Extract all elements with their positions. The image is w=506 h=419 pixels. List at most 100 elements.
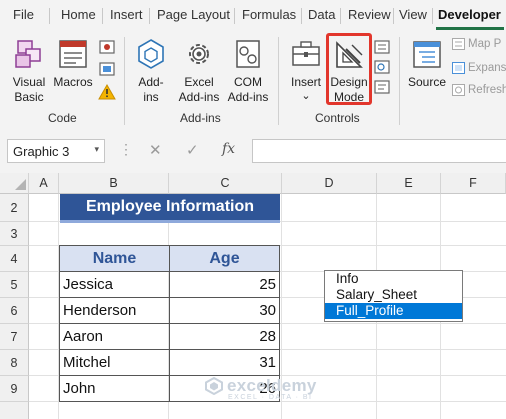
addins-icon: [138, 39, 164, 69]
column-header-c[interactable]: C: [169, 173, 282, 194]
chevron-down-icon: ⌄: [301, 90, 311, 102]
design-mode-button[interactable]: Design Mode: [328, 39, 370, 105]
tab-separator: [393, 8, 394, 24]
row-header-3[interactable]: 3: [0, 222, 29, 246]
design-mode-label-line1: Design: [330, 75, 368, 89]
insert-function-icon[interactable]: fx: [222, 141, 235, 157]
row-header-6[interactable]: 6: [0, 298, 29, 324]
record-and-security-icons: [98, 40, 116, 100]
formula-bar-grip-icon[interactable]: ⋮: [119, 141, 133, 158]
expansion-packs-button[interactable]: Expans: [452, 62, 506, 74]
list-box-item-full-profile[interactable]: Full_Profile: [325, 303, 462, 319]
refresh-data-button[interactable]: Refresh: [452, 84, 506, 96]
code-small-buttons: [96, 39, 118, 115]
column-header-b[interactable]: B: [59, 173, 169, 194]
expansion-packs-icon: [452, 62, 465, 74]
gridline: [281, 194, 282, 419]
com-addins-button[interactable]: COM Add-ins: [226, 39, 270, 105]
row-header-9[interactable]: 9: [0, 376, 29, 402]
visual-basic-label-line2: Basic: [14, 90, 44, 104]
cell-name[interactable]: Jessica: [59, 271, 170, 298]
group-label-code: Code: [48, 111, 77, 125]
macros-label: Macros: [53, 75, 93, 89]
tab-separator: [234, 8, 235, 24]
cell-name[interactable]: Aaron: [59, 323, 170, 350]
tab-review[interactable]: Review: [348, 7, 391, 22]
excel-addins-label-line1: Excel: [184, 75, 214, 89]
name-box-value: Graphic 3: [13, 144, 70, 159]
com-addins-icon: [236, 40, 260, 68]
tab-view[interactable]: View: [399, 7, 427, 22]
enter-icon[interactable]: ✓: [186, 141, 199, 159]
macros-button[interactable]: Macros: [51, 39, 95, 90]
name-box-dropdown-icon[interactable]: ▾: [94, 144, 99, 155]
row-header-7[interactable]: 7: [0, 324, 29, 350]
map-properties-icon: [452, 38, 465, 50]
toolbox-icon: [292, 41, 320, 66]
tab-formulas[interactable]: Formulas: [242, 7, 296, 22]
addins-label-line1: Add-: [138, 75, 164, 89]
tab-insert[interactable]: Insert: [110, 7, 143, 22]
tab-developer[interactable]: Developer: [438, 7, 501, 22]
row-header-2[interactable]: 2: [0, 194, 29, 222]
tab-separator: [102, 8, 103, 24]
insert-control-button[interactable]: Insert ⌄: [286, 39, 326, 102]
gear-icon: [189, 44, 209, 64]
name-box[interactable]: Graphic 3 ▾: [7, 139, 105, 163]
tab-file[interactable]: File: [13, 7, 34, 22]
excel-addins-button[interactable]: Excel Add-ins: [173, 39, 225, 105]
developer-ribbon: Visual Basic Macros Code Add- ins Excel …: [0, 31, 506, 132]
cell-name[interactable]: John: [59, 375, 170, 402]
table-header-row: Name Age: [59, 245, 280, 272]
formula-input[interactable]: [252, 139, 506, 163]
tab-data[interactable]: Data: [308, 7, 335, 22]
tab-separator: [149, 8, 150, 24]
list-box-item-info[interactable]: Info: [325, 271, 462, 287]
map-properties-button[interactable]: Map P: [452, 38, 501, 50]
column-header-e[interactable]: E: [377, 173, 441, 194]
worksheet-grid[interactable]: A B C D E F 2 3 4 5 6 7 8 9 Employee Inf…: [0, 173, 506, 419]
column-header-d[interactable]: D: [282, 173, 377, 194]
sheet-title-cell[interactable]: Employee Information: [60, 194, 280, 223]
cell-name[interactable]: Henderson: [59, 297, 170, 324]
cell-age[interactable]: 28: [169, 323, 280, 350]
row-header-5[interactable]: 5: [0, 272, 29, 298]
ribbon-tab-bar: File Home Insert Page Layout Formulas Da…: [0, 0, 506, 31]
excel-addins-label-line2: Add-ins: [178, 90, 220, 104]
cell-age[interactable]: 26: [169, 375, 280, 402]
refresh-data-icon: [452, 84, 465, 96]
cell-age[interactable]: 31: [169, 349, 280, 376]
controls-small-buttons: [372, 39, 392, 103]
cell-name[interactable]: Mitchel: [59, 349, 170, 376]
design-mode-label-line2: Mode: [333, 90, 365, 104]
tab-home[interactable]: Home: [61, 7, 96, 22]
table-row: Mitchel 31: [59, 349, 280, 376]
group-separator: [399, 37, 400, 125]
addins-button[interactable]: Add- ins: [131, 39, 171, 105]
sheet-list-box[interactable]: Info Salary_Sheet Full_Profile: [324, 270, 463, 322]
tab-separator: [432, 8, 433, 24]
group-label-controls: Controls: [315, 111, 360, 125]
row-header-8[interactable]: 8: [0, 350, 29, 376]
header-cell-age[interactable]: Age: [169, 245, 280, 272]
refresh-data-label: Refresh: [468, 84, 506, 97]
group-separator: [124, 37, 125, 125]
select-all-corner[interactable]: [0, 173, 29, 194]
map-properties-label: Map P: [468, 38, 502, 51]
cell-age[interactable]: 25: [169, 271, 280, 298]
tab-page-layout[interactable]: Page Layout: [157, 7, 230, 22]
table-row: Jessica 25: [59, 271, 280, 298]
com-addins-label-line1: COM: [234, 75, 262, 89]
source-button[interactable]: Source: [404, 39, 450, 90]
table-row: John 26: [59, 375, 280, 402]
row-header-4[interactable]: 4: [0, 246, 29, 272]
com-addins-label-line2: Add-ins: [227, 90, 269, 104]
list-box-item-salary-sheet[interactable]: Salary_Sheet: [325, 287, 462, 303]
column-header-f[interactable]: F: [441, 173, 506, 194]
row-header-10[interactable]: [0, 402, 29, 419]
visual-basic-button[interactable]: Visual Basic: [8, 39, 50, 105]
header-cell-name[interactable]: Name: [59, 245, 170, 272]
cancel-icon[interactable]: ✕: [149, 141, 162, 159]
cell-age[interactable]: 30: [169, 297, 280, 324]
column-header-a[interactable]: A: [29, 173, 59, 194]
